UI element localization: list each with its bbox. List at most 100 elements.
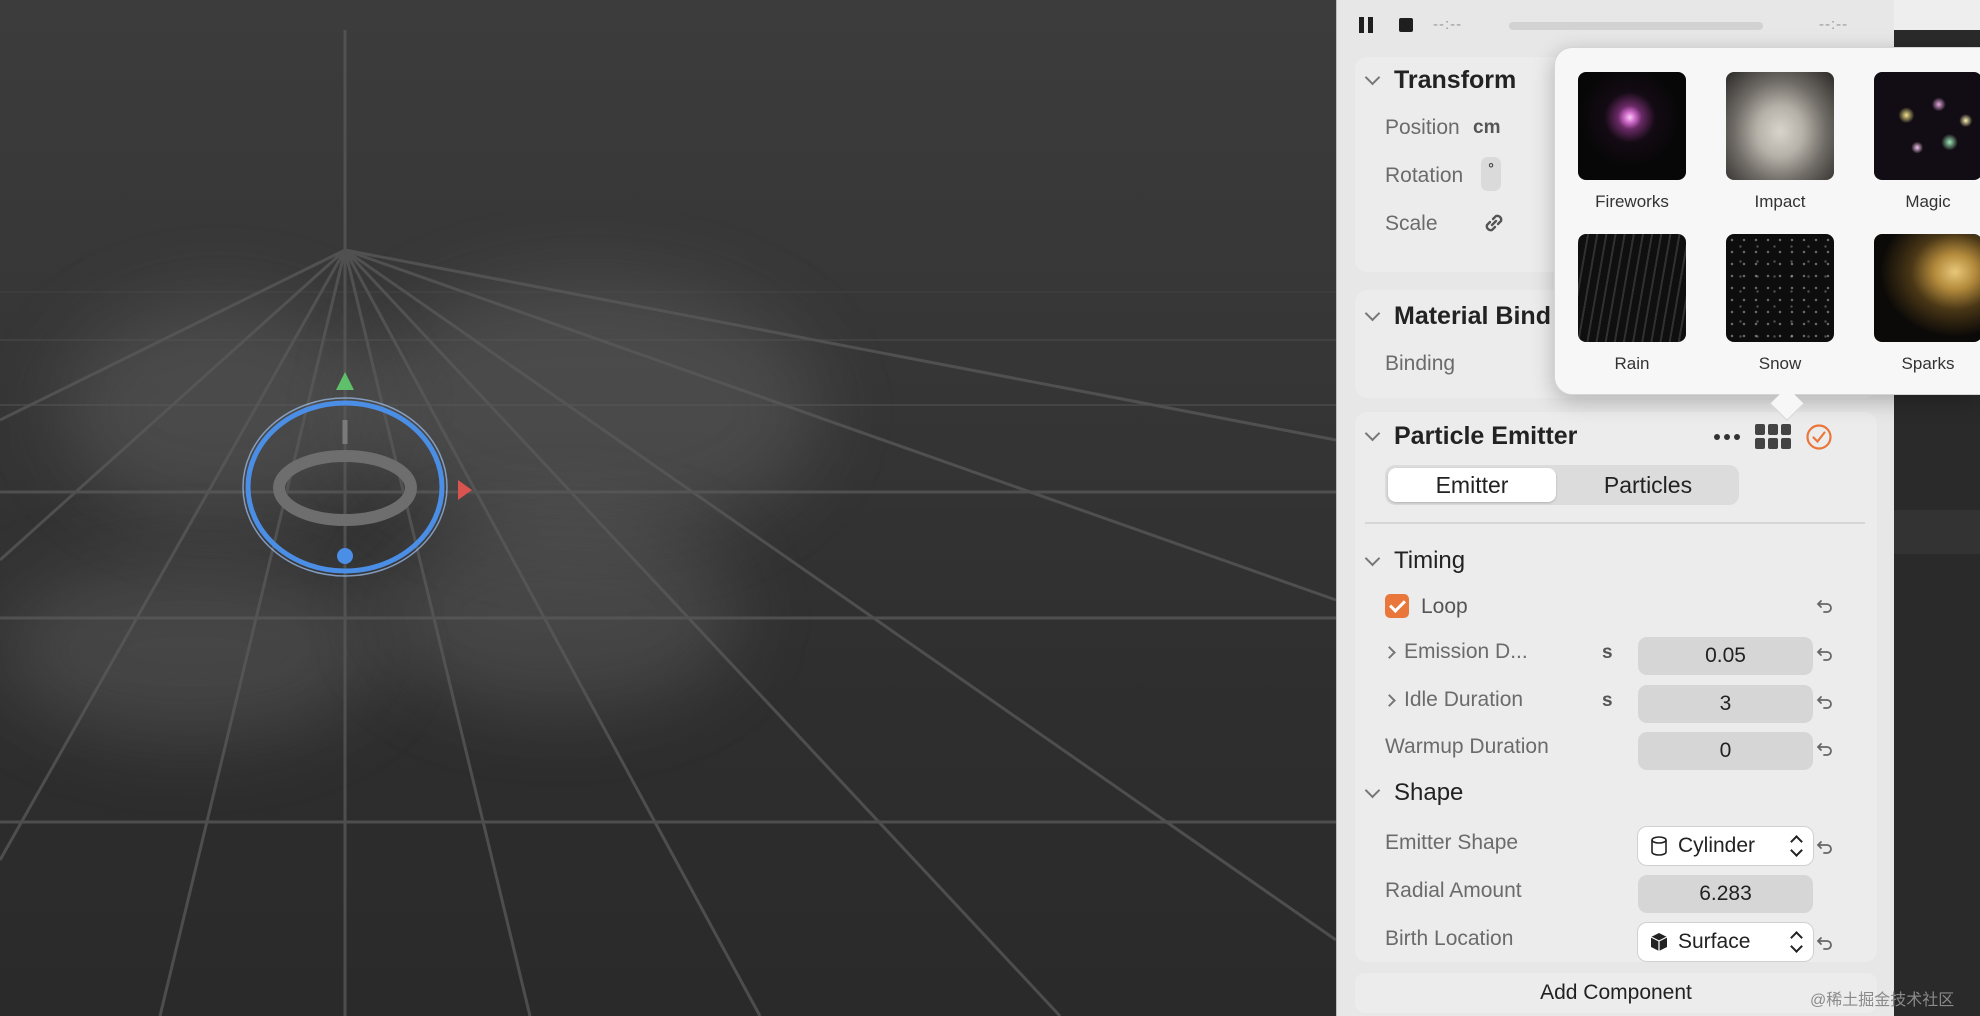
emission-duration-unit: s [1602, 642, 1613, 663]
idle-duration-field[interactable]: 3 [1638, 685, 1813, 723]
emitter-gizmo[interactable] [230, 360, 490, 580]
chevron-down-icon [1364, 305, 1381, 322]
segment-track: Emitter Particles [1385, 465, 1739, 505]
birth-location-select[interactable]: Surface [1638, 923, 1813, 961]
particle-emitter-card: Particle Emitter Emitter Particles Timin… [1355, 412, 1877, 962]
emitter-shape-value: Cylinder [1678, 834, 1756, 857]
binding-label: Binding [1385, 352, 1456, 375]
particle-presets-popover: Fireworks Impact Magic Rain Snow Sparks [1554, 47, 1980, 421]
idle-duration-disclosure[interactable]: Idle Duration [1383, 688, 1524, 712]
adjacent-window-row [1894, 510, 1980, 554]
transform-title: Transform [1394, 66, 1517, 94]
cube-icon [1650, 933, 1668, 951]
stop-button[interactable] [1397, 16, 1415, 34]
sparks-thumbnail [1874, 234, 1980, 342]
shape-title: Shape [1394, 779, 1464, 806]
material-bindings-header[interactable]: Material Bind [1364, 302, 1551, 331]
position-unit[interactable]: cm [1473, 117, 1500, 139]
time-end: --:-- [1819, 16, 1849, 33]
preset-rain[interactable]: Rain [1577, 234, 1687, 374]
chevron-right-icon [1383, 693, 1396, 707]
preset-label: Rain [1614, 354, 1650, 373]
emission-duration-label: Emission D... [1404, 640, 1528, 663]
warmup-duration-field[interactable]: 0 [1638, 732, 1813, 770]
preset-label: Magic [1905, 192, 1951, 211]
z-axis-handle [337, 548, 353, 564]
divider [1365, 522, 1865, 524]
ellipsis-icon[interactable] [1713, 432, 1741, 442]
shape-header[interactable]: Shape [1364, 779, 1464, 807]
position-label: Position [1385, 116, 1460, 139]
scene-viewport[interactable] [0, 0, 1336, 1016]
pause-button[interactable] [1357, 16, 1375, 34]
reset-icon[interactable] [1815, 837, 1835, 857]
preset-snow[interactable]: Snow [1725, 234, 1835, 374]
chevron-down-icon [1364, 425, 1381, 442]
preset-label: Snow [1758, 354, 1802, 373]
watermark: @稀土掘金技术社区 [1810, 992, 1955, 1009]
rain-thumbnail [1578, 234, 1686, 342]
preset-fireworks[interactable]: Fireworks [1577, 72, 1687, 212]
tab-emitter[interactable]: Emitter [1388, 468, 1556, 502]
scale-label: Scale [1385, 212, 1438, 235]
emitter-particles-segmented-control: Emitter Particles [1355, 465, 1877, 505]
impact-thumbnail [1726, 72, 1834, 180]
chevron-down-icon [1364, 69, 1381, 86]
radial-amount-field[interactable]: 6.283 [1638, 875, 1813, 913]
fireworks-thumbnail [1578, 72, 1686, 180]
particle-emitter-title: Particle Emitter [1394, 422, 1578, 450]
idle-duration-label: Idle Duration [1404, 688, 1524, 711]
preset-impact[interactable]: Impact [1725, 72, 1835, 212]
chevron-updown-icon [1789, 835, 1803, 857]
reset-icon[interactable] [1815, 933, 1835, 953]
material-bindings-title: Material Bind [1394, 302, 1551, 330]
loop-checkbox[interactable] [1385, 594, 1409, 618]
reset-icon[interactable] [1815, 644, 1835, 664]
timing-header[interactable]: Timing [1364, 547, 1466, 575]
magic-thumbnail [1874, 72, 1980, 180]
timing-title: Timing [1394, 547, 1466, 574]
emitter-shape-select[interactable]: Cylinder [1638, 827, 1813, 865]
chevron-down-icon [1364, 782, 1381, 798]
tab-particles[interactable]: Particles [1560, 468, 1736, 502]
preset-label: Impact [1754, 192, 1806, 211]
reset-icon[interactable] [1815, 739, 1835, 759]
grid-icon[interactable] [1755, 424, 1791, 450]
emission-duration-disclosure[interactable]: Emission D... [1383, 640, 1528, 664]
warmup-duration-label: Warmup Duration [1385, 735, 1549, 758]
add-component-button[interactable]: Add Component [1355, 973, 1877, 1013]
cylinder-icon [1651, 836, 1667, 856]
playback-toolbar: --:-- --:-- [1337, 0, 1895, 52]
reset-icon[interactable] [1815, 596, 1835, 616]
y-axis-handle [336, 372, 354, 390]
birth-location-label: Birth Location [1385, 927, 1514, 950]
link-icon[interactable] [1481, 210, 1507, 236]
radial-amount-label: Radial Amount [1385, 879, 1522, 902]
preset-sparks[interactable]: Sparks [1873, 234, 1980, 374]
ground-grid [0, 30, 1336, 1016]
chevron-down-icon [1364, 550, 1381, 566]
adjacent-window-toolbar [1894, 0, 1980, 30]
emission-duration-field[interactable]: 0.05 [1638, 637, 1813, 675]
snow-thumbnail [1726, 234, 1834, 342]
preset-label: Sparks [1901, 354, 1955, 373]
stop-icon [1399, 18, 1413, 32]
rotation-label: Rotation [1385, 164, 1464, 187]
time-start: --:-- [1433, 16, 1463, 33]
idle-duration-unit: s [1602, 690, 1613, 711]
timeline-scrubber[interactable] [1509, 22, 1763, 30]
reset-icon[interactable] [1815, 692, 1835, 712]
chevron-updown-icon [1789, 931, 1803, 953]
pause-icon [1359, 17, 1373, 33]
particle-emitter-header[interactable]: Particle Emitter [1364, 422, 1578, 451]
checkmark-circle-icon[interactable] [1805, 423, 1833, 451]
chevron-right-icon [1383, 645, 1396, 659]
emitter-shape-label: Emitter Shape [1385, 831, 1519, 854]
rotation-unit[interactable]: ° [1481, 157, 1501, 191]
loop-label: Loop [1421, 595, 1468, 618]
x-axis-handle [458, 480, 472, 500]
preset-magic[interactable]: Magic [1873, 72, 1980, 212]
preset-label: Fireworks [1595, 192, 1669, 211]
transform-header[interactable]: Transform [1364, 66, 1517, 95]
birth-location-value: Surface [1678, 930, 1751, 953]
